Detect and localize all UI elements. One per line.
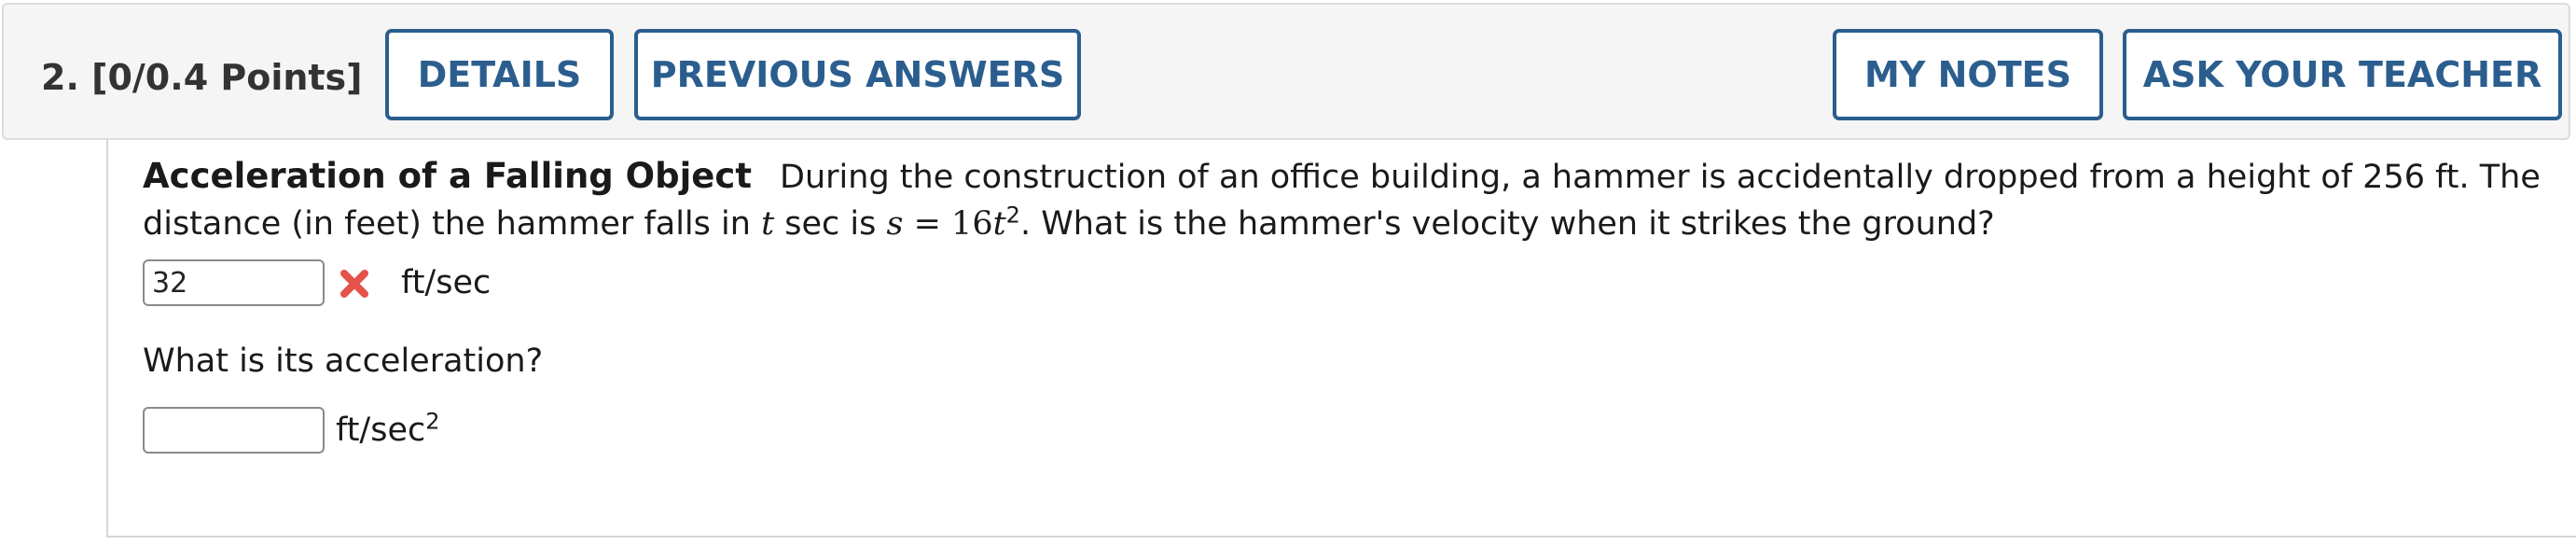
- equation-coefficient: = 16: [903, 205, 993, 243]
- acceleration-answer-input[interactable]: [143, 407, 325, 454]
- velocity-unit: ft/sec: [401, 264, 492, 301]
- variable-s: s: [886, 205, 904, 243]
- previous-answers-button[interactable]: PREVIOUS ANSWERS: [634, 29, 1081, 120]
- velocity-answer-input[interactable]: [143, 259, 325, 306]
- question-points: [0/0.4 Points]: [91, 57, 363, 98]
- my-notes-button[interactable]: MY NOTES: [1833, 29, 2103, 120]
- x-mark-icon: [340, 270, 368, 298]
- acceleration-question: What is its acceleration?: [143, 342, 544, 380]
- acceleration-unit: ft/sec2: [336, 407, 440, 454]
- exponent: 2: [1005, 202, 1020, 229]
- problem-text-2: sec is: [774, 205, 887, 243]
- question-body: Acceleration of a Falling Object During t…: [106, 140, 2576, 538]
- question-header: 2. [0/0.4 Points] DETAILS PREVIOUS ANSWE…: [2, 3, 2570, 140]
- variable-t: t: [761, 205, 775, 243]
- variable-t-squared: t: [992, 205, 1006, 243]
- problem-statement: Acceleration of a Falling Object During t…: [143, 153, 2571, 247]
- details-button[interactable]: DETAILS: [385, 29, 614, 120]
- problem-text-3: . What is the hammer's velocity when it …: [1019, 205, 1995, 243]
- question-title: 2. [0/0.4 Points]: [41, 55, 363, 100]
- acceleration-unit-exponent: 2: [425, 408, 440, 435]
- question-number: 2.: [41, 57, 79, 98]
- acceleration-unit-base: ft/sec: [336, 412, 426, 449]
- ask-your-teacher-button[interactable]: ASK YOUR TEACHER: [2123, 29, 2562, 120]
- problem-title: Acceleration of a Falling Object: [143, 156, 753, 196]
